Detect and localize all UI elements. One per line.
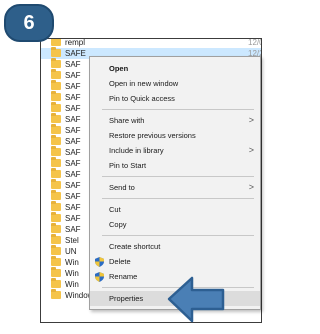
file-name: SAF [65, 60, 81, 69]
folder-icon [51, 39, 61, 46]
folder-icon [51, 146, 61, 156]
menu-item-copy[interactable]: Copy [90, 217, 260, 232]
menu-item-open[interactable]: Open [90, 61, 260, 76]
menu-item-label: Include in library [109, 146, 164, 155]
file-name: SAF [65, 93, 81, 102]
menu-separator [102, 198, 254, 199]
folder-icon [51, 80, 61, 90]
menu-item-label: Open [109, 64, 129, 73]
folder-icon [51, 124, 61, 134]
file-name: SAF [65, 192, 81, 201]
folder-icon [51, 58, 61, 68]
submenu-chevron-icon: > [248, 182, 254, 192]
folder-icon [51, 179, 61, 189]
menu-item-label: Share with [109, 116, 145, 125]
folder-icon [51, 267, 61, 277]
menu-item-label: Pin to Start [109, 161, 147, 170]
menu-item-pin-to-quick-access[interactable]: Pin to Quick access [90, 91, 260, 106]
folder-icon [51, 157, 61, 167]
file-name: SAF [65, 159, 81, 168]
file-name: rempl [65, 38, 86, 47]
context-menu: Open Open in new window Pin to Quick acces… [89, 56, 261, 310]
file-name: SAF [65, 104, 81, 113]
file-name: SAF [65, 214, 81, 223]
menu-separator [102, 235, 254, 236]
folder-icon [51, 91, 61, 101]
menu-item-include-in-library[interactable]: Include in library > [90, 143, 260, 158]
folder-icon [51, 135, 61, 145]
uac-shield-icon [95, 272, 104, 282]
file-name: SAF [65, 137, 81, 146]
file-list-row[interactable]: rempl 12/0 [41, 38, 261, 48]
menu-separator [102, 109, 254, 110]
folder-icon [51, 113, 61, 123]
file-name: SAF [65, 203, 81, 212]
file-name: Stel [65, 236, 79, 245]
menu-item-create-shortcut[interactable]: Create shortcut [90, 239, 260, 254]
file-name: SAF [65, 82, 81, 91]
folder-icon [51, 256, 61, 266]
pointer-arrow-icon [167, 276, 225, 323]
file-name: SAF [65, 126, 81, 135]
menu-item-label: Copy [109, 220, 127, 229]
menu-item-label: Delete [109, 257, 131, 266]
menu-separator [102, 176, 254, 177]
uac-shield-icon [95, 257, 104, 267]
file-name: SAF [65, 115, 81, 124]
submenu-chevron-icon: > [248, 115, 254, 125]
menu-item-label: Cut [109, 205, 121, 214]
file-name: SAF [65, 225, 81, 234]
folder-icon [51, 234, 61, 244]
menu-item-label: Rename [109, 272, 138, 281]
menu-item-open-in-new-window[interactable]: Open in new window [90, 76, 260, 91]
menu-item-pin-to-start[interactable]: Pin to Start [90, 158, 260, 173]
file-name: Win [65, 269, 79, 278]
file-date: 12/0 [248, 38, 261, 47]
menu-item-label: Send to [109, 183, 135, 192]
folder-icon [51, 201, 61, 211]
folder-icon [51, 245, 61, 255]
folder-icon [51, 278, 61, 288]
step-number: 6 [23, 12, 35, 34]
menu-item-restore-previous-versions[interactable]: Restore previous versions [90, 128, 260, 143]
folder-icon [51, 168, 61, 178]
menu-item-cut[interactable]: Cut [90, 202, 260, 217]
file-name: UN [65, 247, 77, 256]
folder-icon [51, 69, 61, 79]
folder-icon [51, 190, 61, 200]
folder-icon [51, 223, 61, 233]
folder-icon [51, 212, 61, 222]
menu-item-label: Open in new window [109, 79, 179, 88]
file-name: SAF [65, 181, 81, 190]
menu-item-label: Create shortcut [109, 242, 161, 251]
menu-item-label: Restore previous versions [109, 131, 196, 140]
menu-item-share-with[interactable]: Share with > [90, 113, 260, 128]
file-name: Win [65, 258, 79, 267]
menu-item-send-to[interactable]: Send to > [90, 180, 260, 195]
menu-item-label: Pin to Quick access [109, 94, 175, 103]
file-name: SAF [65, 148, 81, 157]
menu-item-label: Properties [109, 294, 144, 303]
folder-icon [51, 289, 61, 299]
step-number-badge: 6 [4, 4, 54, 42]
file-name: SAF [65, 71, 81, 80]
folder-icon [51, 47, 61, 57]
menu-item-delete[interactable]: Delete [90, 254, 260, 269]
file-name: Win [65, 280, 79, 289]
submenu-chevron-icon: > [248, 145, 254, 155]
folder-icon [51, 102, 61, 112]
file-name: SAF [65, 170, 81, 179]
file-name: SAFE [65, 49, 86, 58]
